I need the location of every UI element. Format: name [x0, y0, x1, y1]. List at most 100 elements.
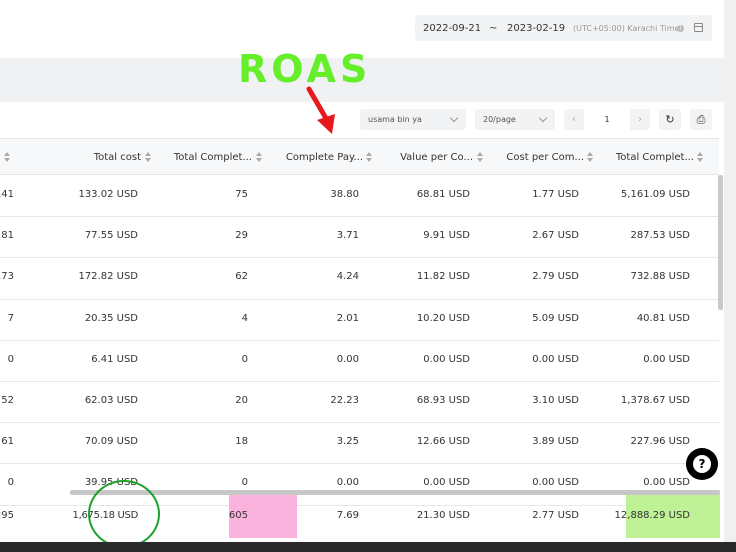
info-icon[interactable]: i [677, 24, 684, 32]
table-cell: 11.82 USD [416, 271, 470, 283]
column-header-total-cost[interactable]: Total cost [94, 152, 141, 163]
table-cell: 0 [241, 353, 248, 365]
end-date[interactable]: 2023-02-19 [507, 23, 565, 34]
horizontal-scrollbar[interactable] [70, 490, 720, 495]
row-divider [0, 381, 719, 382]
sort-icon[interactable] [477, 152, 484, 162]
refresh-icon: ↻ [665, 113, 675, 126]
table-cell: 0.00 USD [532, 353, 579, 365]
prev-page-icon[interactable]: ‹ [564, 109, 584, 130]
sort-icon[interactable] [697, 152, 704, 162]
chevron-down-icon [449, 113, 459, 123]
table-cell: 227.96 USD [630, 436, 690, 448]
table-cell: 77.55 USD [84, 230, 138, 242]
table-cell: 22.23 [330, 395, 359, 406]
pagination: ‹ 1 › [564, 109, 650, 130]
table-cell: 1,378.67 USD [620, 395, 690, 406]
table-cell: 173 [0, 271, 14, 283]
column-header-total-completed[interactable]: Total Complet... [174, 152, 252, 163]
table-cell: 7 [7, 312, 14, 324]
table-cell: 0.00 [336, 477, 359, 489]
column-header-cost-per-complete[interactable]: Cost per Com... [506, 152, 584, 163]
total-cost-circle-annotation [88, 480, 160, 548]
row-divider [0, 463, 719, 465]
date-separator: ~ [489, 22, 498, 34]
date-range-picker[interactable]: 2022-09-21 ~ 2023-02-19 (UTC+05:00) Kara… [415, 15, 712, 41]
chevron-down-icon [538, 113, 548, 123]
table-cell: 81 [1, 230, 14, 242]
table-cell: 62 [235, 271, 248, 283]
table-cell: 0 [7, 477, 14, 489]
column-header-value-per-complete[interactable]: Value per Co... [400, 152, 473, 163]
refresh-button[interactable]: ↻ [659, 109, 681, 130]
table-cell: 287.53 USD [630, 230, 690, 242]
table-cell: 3.89 USD [532, 436, 579, 448]
row-divider [0, 216, 719, 218]
column-header-complete-payment-roas[interactable]: Complete Pay... [286, 152, 363, 163]
table-cell: 0.00 USD [423, 353, 470, 365]
next-page-icon[interactable]: › [630, 109, 650, 130]
export-icon: ⎙ [696, 113, 706, 126]
table-cell: 70.09 USD [84, 436, 138, 448]
table-cell: 12.66 USD [416, 436, 470, 448]
table-cell: 20.35 USD [84, 312, 138, 324]
calendar-icon[interactable] [694, 23, 703, 32]
summary-cell: 2.77 USD [532, 510, 579, 521]
account-select-value: usama bin ya [368, 115, 422, 124]
table-cell: 40.81 USD [636, 312, 690, 324]
vertical-scrollbar[interactable] [718, 175, 723, 310]
column-header-total-complete-value[interactable]: Total Complet... [616, 152, 694, 163]
table-cell: 38.80 [330, 189, 359, 200]
row-divider [0, 257, 719, 259]
table-cell: 1.77 USD [532, 189, 579, 200]
table-cell: 4 [241, 312, 248, 324]
row-divider [0, 339, 719, 341]
table-cell: 0.00 USD [532, 477, 579, 489]
table-cell: 2.01 [336, 312, 359, 324]
sort-icon[interactable] [145, 152, 152, 162]
right-gutter [724, 0, 736, 552]
table-cell: 732.88 USD [630, 271, 690, 283]
export-button[interactable]: ⎙ [690, 109, 712, 130]
table-cell: 0 [241, 477, 248, 489]
sort-icon[interactable] [366, 152, 373, 162]
account-select[interactable]: usama bin ya [360, 109, 466, 130]
table-cell: 2.67 USD [532, 230, 579, 242]
summary-cell: 21.30 USD [416, 510, 470, 521]
table-cell: 61 [1, 436, 14, 448]
roas-annotation: ROAS [238, 47, 372, 91]
taskbar [0, 542, 736, 552]
help-button[interactable]: ? [686, 448, 718, 480]
table-cell: 2.79 USD [532, 271, 579, 283]
page-size-value: 20/page [483, 115, 516, 124]
table-cell: 0.00 USD [643, 353, 690, 365]
table-cell: 20 [235, 395, 248, 406]
help-icon: ? [693, 455, 711, 473]
table-cell: 0.00 USD [423, 477, 470, 489]
sort-icon[interactable] [587, 152, 594, 162]
table-cell: 0 [7, 353, 14, 365]
row-divider [0, 298, 719, 300]
sort-icon[interactable] [4, 152, 11, 162]
page-size-select[interactable]: 20/page [475, 109, 555, 130]
table-cell: 5.09 USD [532, 312, 579, 324]
table-cell: 75 [235, 189, 248, 200]
table-header: Total cost Total Complet... Complete Pay… [0, 138, 719, 175]
table-cell: 133.02 USD [78, 189, 138, 200]
table-cell: 52 [1, 395, 14, 406]
page-number-input[interactable]: 1 [584, 109, 630, 130]
table-cell: 10.20 USD [416, 312, 470, 324]
summary-cell: 7.69 [336, 510, 359, 521]
summary-cell: 295 [0, 510, 14, 521]
table-cell: 4.24 [336, 271, 359, 283]
table-cell: 3.71 [336, 230, 359, 242]
start-date[interactable]: 2022-09-21 [423, 23, 481, 34]
table-cell: 29 [235, 230, 248, 242]
table-cell: 0.00 [336, 353, 359, 365]
summary-cell: 12,888.29 USD [614, 510, 690, 521]
table-cell: 62.03 USD [84, 395, 138, 406]
row-divider [0, 422, 719, 424]
table-cell: 3.10 USD [532, 395, 579, 406]
table-cell: 18 [235, 436, 248, 448]
sort-icon[interactable] [256, 152, 263, 162]
